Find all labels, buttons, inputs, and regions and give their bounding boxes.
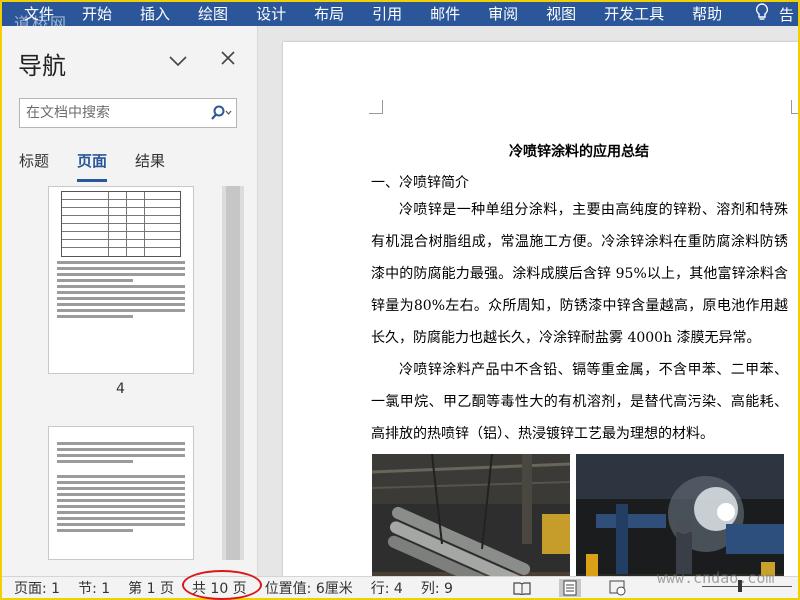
status-position[interactable]: 位置值: 6厘米 — [265, 578, 353, 598]
document-title: 冷喷锌涂料的应用总结 — [509, 144, 649, 160]
tab-home[interactable]: 开始 — [68, 2, 126, 26]
section-heading: 一、冷喷锌简介 — [371, 175, 469, 191]
margin-corner-mark — [791, 100, 798, 114]
tab-results[interactable]: 结果 — [135, 150, 165, 182]
tab-view[interactable]: 视图 — [532, 2, 590, 26]
margin-corner-mark — [369, 100, 383, 114]
nav-title: 导航 — [18, 52, 66, 80]
page-thumbnail-5[interactable] — [48, 426, 194, 560]
tab-layout[interactable]: 布局 — [300, 2, 358, 26]
tab-review[interactable]: 审阅 — [474, 2, 532, 26]
ribbon: 文件 开始 插入 绘图 设计 布局 引用 邮件 审阅 视图 开发工具 帮助 告 — [2, 2, 798, 26]
status-page-of[interactable]: 第 1 页 — [128, 578, 174, 598]
status-column[interactable]: 列: 9 — [421, 578, 453, 598]
tab-pages[interactable]: 页面 — [77, 150, 108, 182]
paragraph: 冷喷锌涂料产品中不含铅、镉等重金属，不含甲苯、二甲苯、一氯甲烷、甲乙酮等毒性大的… — [371, 362, 788, 442]
view-buttons — [511, 578, 629, 597]
tab-draw[interactable]: 绘图 — [184, 2, 242, 26]
photo-pipes-in-factory[interactable] — [372, 454, 570, 576]
tab-help[interactable]: 帮助 — [678, 2, 736, 26]
page-thumbnail-4[interactable] — [48, 186, 194, 374]
read-mode-icon[interactable] — [511, 579, 533, 597]
status-total-pages[interactable]: 共 10 页 — [181, 569, 262, 600]
document-page[interactable]: 冷喷锌涂料的应用总结 一、冷喷锌简介 冷喷锌是一种单组分涂料，主要由高纯度的锌粉… — [283, 42, 798, 576]
tab-file[interactable]: 文件 — [2, 2, 68, 26]
tab-references[interactable]: 引用 — [358, 2, 416, 26]
document-area: 冷喷锌涂料的应用总结 一、冷喷锌简介 冷喷锌是一种单组分涂料，主要由高纯度的锌粉… — [258, 26, 798, 576]
paragraph: 冷喷锌是一种单组分涂料，主要由高纯度的锌粉、溶剂和特殊有机混合树脂组成，常温施工… — [371, 202, 788, 346]
lightbulb-icon[interactable] — [755, 3, 769, 25]
status-page[interactable]: 页面: 1 — [14, 578, 60, 598]
highlight-ring — [181, 569, 262, 600]
search-input[interactable] — [26, 105, 206, 121]
search-box — [19, 98, 237, 128]
navigation-pane: 导航 标题 页面 结果 — [2, 26, 258, 576]
status-bar: 页面: 1 节: 1 第 1 页 共 10 页 位置值: 6厘米 行: 4 列:… — [2, 569, 798, 600]
zoom-slider[interactable] — [702, 586, 792, 587]
close-icon[interactable] — [220, 50, 236, 70]
tab-design[interactable]: 设计 — [242, 2, 300, 26]
photo-spray-worker[interactable] — [576, 454, 784, 576]
web-layout-icon[interactable] — [607, 579, 629, 597]
thumbnail-table — [61, 191, 181, 257]
thumbnail-scrollbar[interactable] — [222, 186, 244, 560]
print-layout-icon[interactable] — [558, 578, 581, 597]
tab-insert[interactable]: 插入 — [126, 2, 184, 26]
search-icon[interactable] — [206, 105, 236, 121]
tab-mailings[interactable]: 邮件 — [416, 2, 474, 26]
status-line[interactable]: 行: 4 — [371, 578, 403, 598]
thumbnail-page-number: 4 — [116, 381, 125, 397]
tab-headings[interactable]: 标题 — [19, 150, 49, 182]
chevron-down-icon[interactable] — [168, 52, 188, 71]
page-thumbnails: 4 — [48, 186, 244, 560]
scrollbar-thumb[interactable] — [226, 186, 240, 560]
tab-developer[interactable]: 开发工具 — [590, 2, 678, 26]
zoom-slider-knob[interactable] — [738, 580, 742, 592]
status-section[interactable]: 节: 1 — [78, 578, 110, 598]
nav-tabs: 标题 页面 结果 — [19, 150, 165, 182]
tell-me-label[interactable]: 告 — [779, 4, 794, 25]
